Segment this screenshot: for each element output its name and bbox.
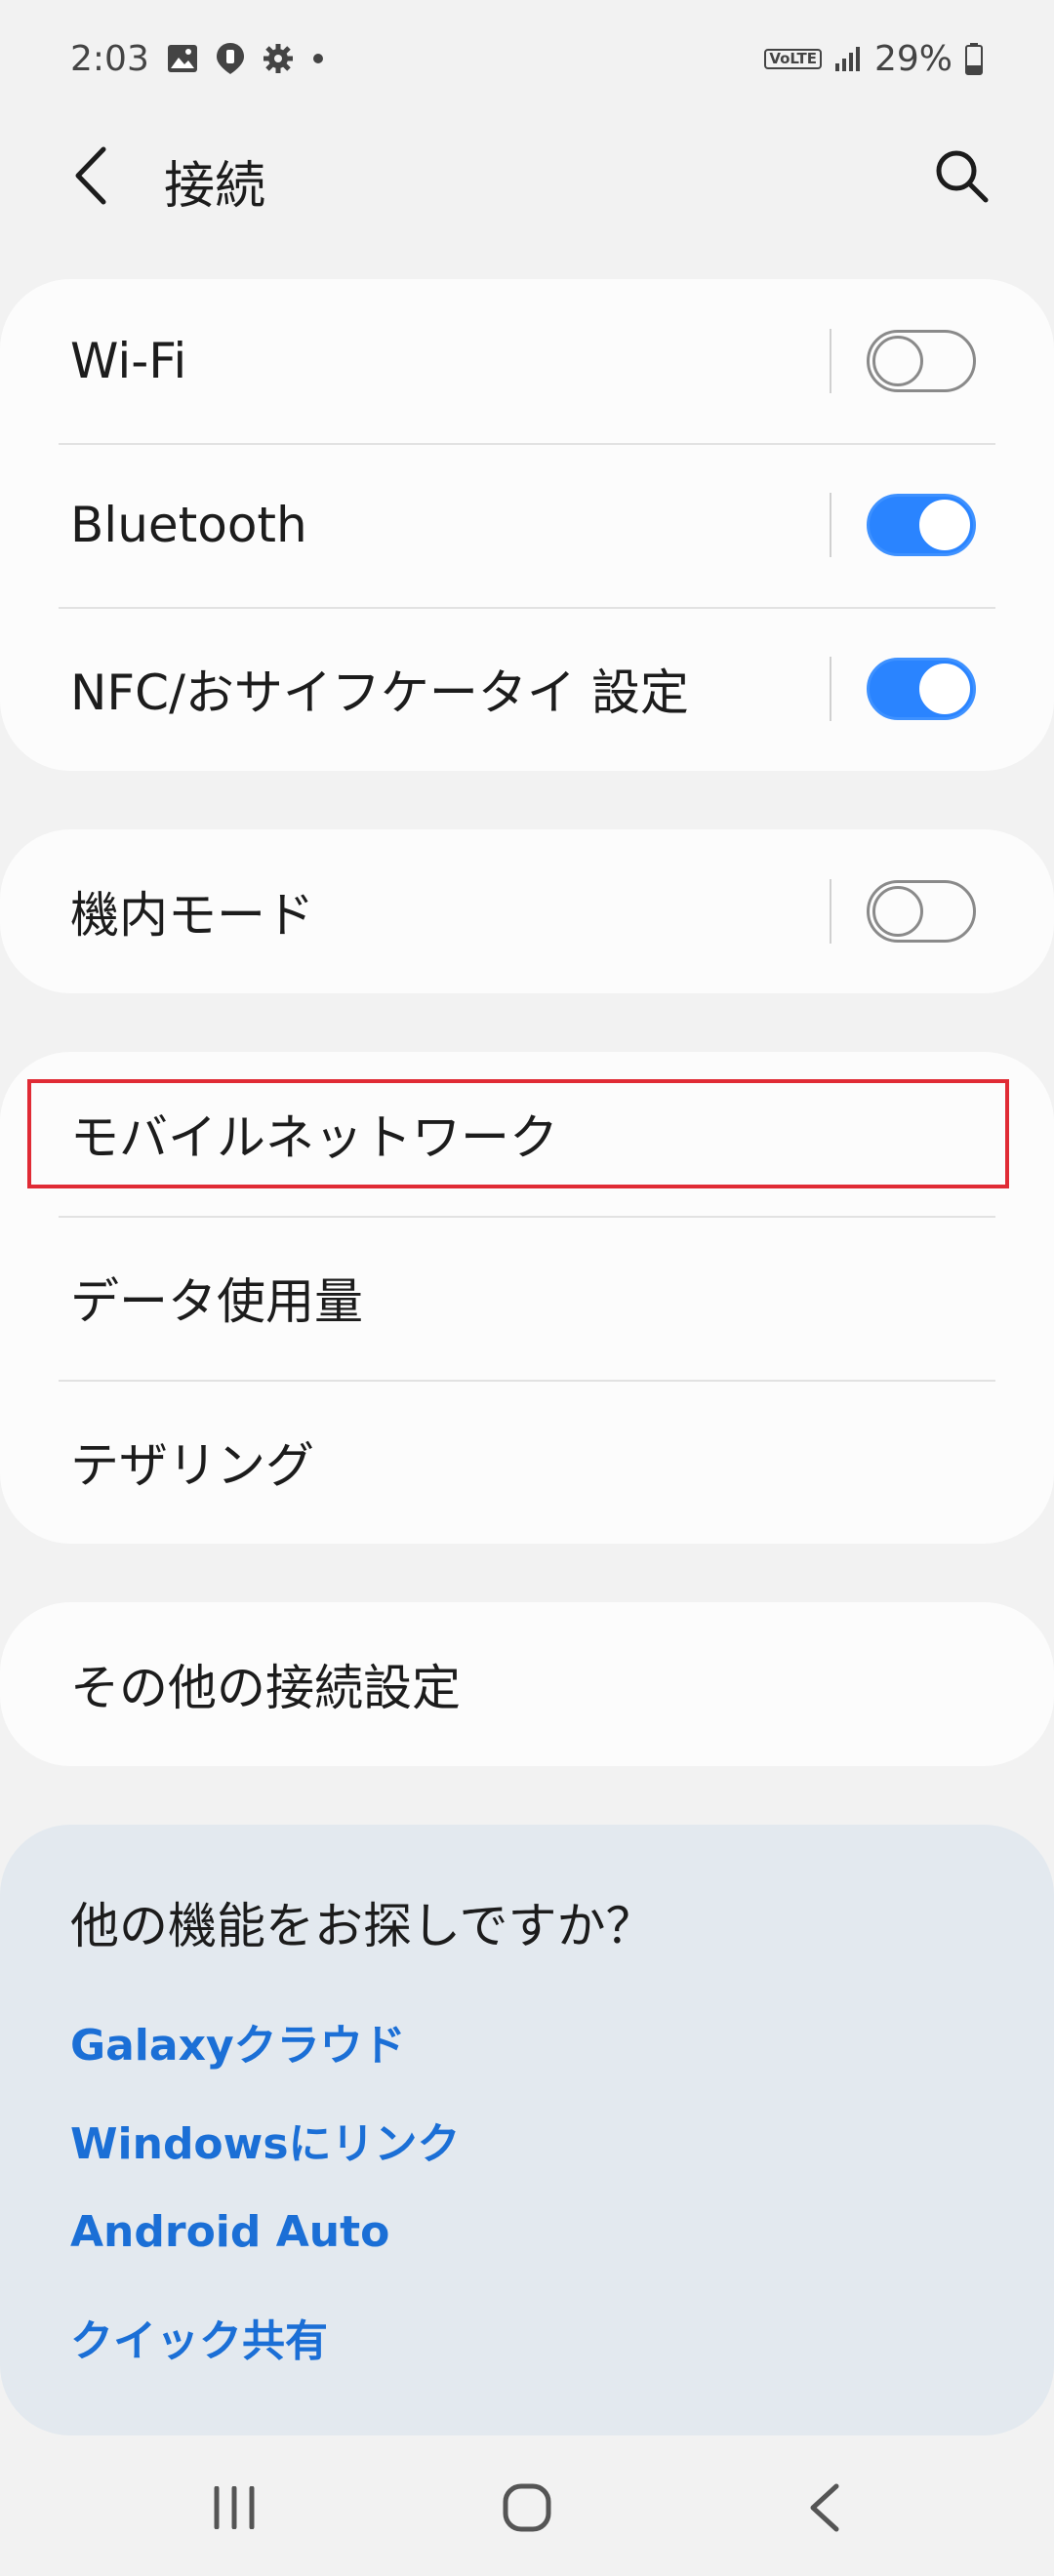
home-button[interactable] [478, 2469, 576, 2547]
home-icon [503, 2483, 551, 2532]
toggle-knob [919, 500, 970, 550]
page-title: 接続 [164, 157, 266, 216]
connections-card-3: モバイルネットワーク データ使用量 テザリング [0, 1052, 1054, 1544]
tethering-label: テザリング [70, 1437, 314, 1494]
recent-apps-icon [214, 2486, 255, 2529]
mobile-network-label: モバイルネットワーク [70, 1109, 558, 1166]
link-galaxy-cloud[interactable]: Galaxyクラウド [70, 2010, 406, 2073]
navigation-bar [0, 2439, 1054, 2576]
notification-dot-icon [311, 52, 325, 65]
status-left: 2:03 [70, 39, 325, 79]
battery-percent: 29% [873, 38, 953, 79]
data-usage-label: データ使用量 [70, 1273, 363, 1330]
wifi-label: Wi-Fi [70, 333, 187, 389]
row-airplane-mode[interactable]: 機内モード [0, 829, 1054, 993]
app-bar: 接続 [0, 117, 1054, 234]
connections-card-4: その他の接続設定 [0, 1602, 1054, 1766]
link-quick-share[interactable]: クイック共有 [70, 2306, 328, 2368]
back-button[interactable] [61, 139, 119, 213]
recent-apps-button[interactable] [185, 2469, 283, 2547]
location-pin-icon [216, 42, 245, 75]
row-divider [830, 657, 831, 721]
connections-card-1: Wi-Fi Bluetooth NFC/おサイフケータイ 設定 [0, 279, 1054, 771]
chevron-left-icon [75, 146, 106, 205]
volte-badge: VoLTE [764, 48, 822, 69]
link-android-auto[interactable]: Android Auto [70, 2207, 389, 2257]
gallery-icon [167, 44, 198, 73]
nfc-label: NFC/おサイフケータイ 設定 [70, 664, 689, 721]
suggestions-card: 他の機能をお探しですか？ Galaxyクラウド Windowsにリンク Andr… [0, 1825, 1054, 2435]
connections-card-2: 機内モード [0, 829, 1054, 993]
search-button[interactable] [927, 139, 995, 213]
row-tethering[interactable]: テザリング [0, 1380, 1054, 1544]
row-divider [830, 329, 831, 393]
status-time: 2:03 [70, 38, 149, 79]
bluetooth-toggle[interactable] [867, 494, 976, 556]
row-nfc[interactable]: NFC/おサイフケータイ 設定 [0, 607, 1054, 771]
settings-gear-icon [263, 43, 294, 74]
back-nav-button[interactable] [776, 2469, 873, 2547]
back-arrow-icon [810, 2483, 839, 2532]
toggle-knob [919, 664, 970, 714]
bluetooth-label: Bluetooth [70, 497, 307, 553]
row-divider [830, 493, 831, 557]
row-mobile-network[interactable]: モバイルネットワーク [0, 1052, 1054, 1216]
airplane-mode-toggle[interactable] [867, 880, 976, 943]
row-wifi[interactable]: Wi-Fi [0, 279, 1054, 443]
battery-icon [964, 42, 984, 75]
signal-icon [833, 44, 863, 73]
wifi-toggle[interactable] [867, 330, 976, 392]
row-more-connection-settings[interactable]: その他の接続設定 [0, 1602, 1054, 1766]
settings-screen: 2:03 VoLTE 29% 接続 Wi-Fi Bluetooth NFC/おサ… [0, 0, 1054, 2576]
more-connection-settings-label: その他の接続設定 [70, 1660, 461, 1716]
nfc-toggle[interactable] [867, 658, 976, 720]
airplane-mode-label: 機内モード [70, 887, 314, 944]
toggle-knob [872, 336, 923, 386]
toggle-knob [872, 886, 923, 937]
suggestions-title: 他の機能をお探しですか？ [70, 1898, 655, 1954]
row-divider [830, 879, 831, 944]
status-right: VoLTE 29% [764, 39, 984, 79]
status-bar: 2:03 VoLTE 29% [0, 0, 1054, 117]
row-bluetooth[interactable]: Bluetooth [0, 443, 1054, 607]
link-windows[interactable]: Windowsにリンク [70, 2109, 461, 2171]
row-data-usage[interactable]: データ使用量 [0, 1216, 1054, 1380]
search-icon [936, 150, 989, 203]
